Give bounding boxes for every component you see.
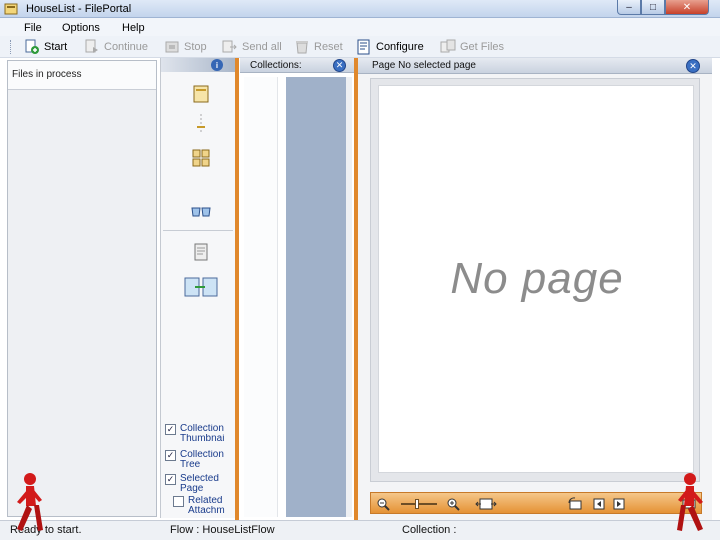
minimize-button[interactable]: – <box>617 0 641 15</box>
toolbar-grip[interactable] <box>10 40 13 54</box>
menu-bar: File Options Help <box>0 18 720 36</box>
splitter-left[interactable] <box>235 58 239 520</box>
toolbar: Start Continue Stop Send all Reset Confi… <box>0 36 720 58</box>
stop-icon <box>164 39 180 55</box>
trash-icon <box>294 39 310 55</box>
page-close-icon[interactable]: ✕ <box>686 59 700 73</box>
zoom-slider-track[interactable] <box>401 503 437 505</box>
info-icon[interactable]: i <box>211 59 223 71</box>
start-button[interactable]: Start <box>24 38 67 56</box>
get-files-label: Get Files <box>460 41 505 53</box>
continue-button[interactable]: Continue <box>84 38 148 56</box>
files-in-process-header: Files in process <box>8 61 156 90</box>
selected-page-label-2: Page <box>180 484 204 494</box>
collections-title: Collections: <box>250 60 302 71</box>
reset-label: Reset <box>314 41 343 53</box>
rotate-icon[interactable] <box>567 496 583 512</box>
open-folders-icon[interactable] <box>191 200 211 220</box>
title-bar: HouseList - FilePortal – □ ✕ <box>0 0 720 18</box>
view-options-strip: i ✓ Collection Thumbnail ✓ Collection Tr… <box>160 58 236 518</box>
related-attachments-label-2: Attachm <box>188 506 225 516</box>
send-all-button[interactable]: Send all <box>222 38 282 56</box>
fit-width-icon[interactable] <box>475 496 497 512</box>
next-page-icon[interactable] <box>611 496 627 512</box>
window-title: HouseList - FilePortal <box>26 3 132 15</box>
stop-button[interactable]: Stop <box>164 38 207 56</box>
menu-file[interactable]: File <box>24 22 42 34</box>
zoom-in-icon[interactable] <box>445 496 461 512</box>
app-icon <box>4 3 18 15</box>
page-view-icon[interactable] <box>191 242 211 262</box>
continue-label: Continue <box>104 41 149 53</box>
thumbnail-grid-icon[interactable] <box>191 148 211 168</box>
collection-thumbnail-label-1: Collection <box>180 424 224 434</box>
get-files-icon <box>440 39 456 55</box>
selected-page-option[interactable]: ✓ Selected Page <box>165 474 224 494</box>
reset-button[interactable]: Reset <box>294 38 343 56</box>
collection-thumbnail-label-2: Thumbnail <box>180 434 224 444</box>
menu-options[interactable]: Options <box>62 22 100 34</box>
selected-page-label-1: Selected <box>180 474 219 484</box>
continue-icon <box>84 39 100 55</box>
side-by-side-pages-icon[interactable] <box>183 276 223 298</box>
configure-icon <box>356 39 372 55</box>
files-in-process-title: Files in process <box>12 69 82 80</box>
no-page-placeholder: No page <box>450 254 624 303</box>
files-in-process-panel[interactable]: Files in process <box>7 60 157 517</box>
send-all-icon <box>222 39 238 55</box>
walking-figure-icon <box>677 473 703 531</box>
collection-tree-option[interactable]: ✓ Collection Tree <box>165 450 224 470</box>
related-attachments-label-1: Related <box>188 496 223 506</box>
page-viewer[interactable]: No page <box>370 78 700 482</box>
collections-list[interactable] <box>244 77 278 517</box>
selected-page-checkbox[interactable]: ✓ <box>165 474 176 485</box>
status-flow: Flow : HouseListFlow <box>170 524 275 536</box>
close-window-button[interactable]: ✕ <box>665 0 709 15</box>
status-collection: Collection : <box>402 524 457 536</box>
start-icon <box>24 39 40 55</box>
status-bar: Ready to start. Flow : HouseListFlow Col… <box>0 520 720 540</box>
split-handle-icon[interactable] <box>191 114 211 134</box>
collection-tree-label-1: Collection <box>180 450 224 460</box>
walking-figure-icon <box>17 473 43 531</box>
menu-help[interactable]: Help <box>122 22 145 34</box>
collection-thumbnail-checkbox[interactable]: ✓ <box>165 424 176 435</box>
start-label: Start <box>44 41 68 53</box>
maximize-button[interactable]: □ <box>641 0 665 15</box>
send-all-label: Send all <box>242 41 282 53</box>
stop-label: Stop <box>184 41 207 53</box>
page-title: Page No selected page <box>372 60 476 71</box>
previous-page-icon[interactable] <box>591 496 607 512</box>
side-separator <box>163 230 233 231</box>
page-canvas[interactable]: No page <box>378 85 694 473</box>
collection-tree-checkbox[interactable]: ✓ <box>165 450 176 461</box>
page-header: Page No selected page ✕ <box>358 58 712 74</box>
zoom-out-icon[interactable] <box>375 496 391 512</box>
collections-header: Collections: ✕ <box>240 58 354 73</box>
collections-close-icon[interactable]: ✕ <box>333 59 346 72</box>
related-attachments-option[interactable]: Related Attachm <box>173 496 232 516</box>
view-options-header: i <box>161 58 235 72</box>
collections-scrollbar[interactable] <box>346 77 352 517</box>
configure-label: Configure <box>376 41 424 53</box>
collections-thumbnail-view[interactable] <box>286 77 346 517</box>
zoom-slider-thumb[interactable] <box>415 499 419 509</box>
related-attachments-checkbox[interactable] <box>173 496 184 507</box>
collection-tree-label-2: Tree <box>180 460 201 470</box>
page-panel: Page No selected page ✕ No page <box>358 58 712 520</box>
configure-button[interactable]: Configure <box>356 38 424 56</box>
get-files-button[interactable]: Get Files <box>440 38 504 56</box>
document-icon[interactable] <box>191 84 211 104</box>
collection-thumbnail-option[interactable]: ✓ Collection Thumbnail <box>165 424 224 444</box>
collections-panel: Collections: ✕ <box>240 58 354 520</box>
page-toolbar <box>370 492 702 514</box>
